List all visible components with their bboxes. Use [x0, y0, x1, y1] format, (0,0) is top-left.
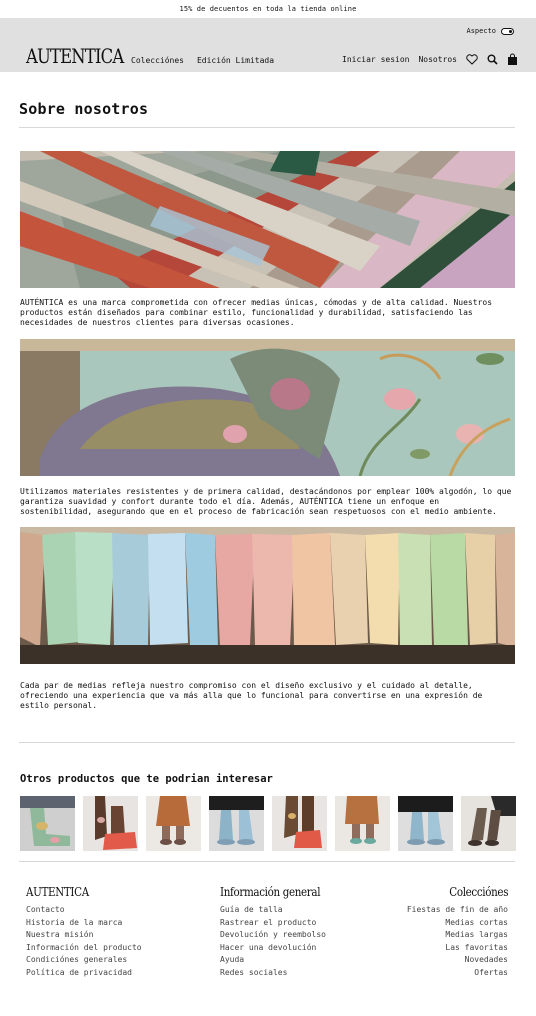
about-paragraph-2: Utilizamos materiales resistentes y de p…	[20, 487, 512, 517]
footer-col-colecciones-title: Colecciónes	[449, 885, 508, 899]
footer-link-fiestas[interactable]: Fiestas de fin de año	[407, 905, 508, 918]
floral-sock-image	[20, 339, 515, 476]
footer-link-mision[interactable]: Nuestra misión	[26, 930, 142, 943]
footer-link-devolucion-reembolso[interactable]: Devolución y reembolso	[220, 930, 336, 943]
product-thumb-6[interactable]	[335, 796, 390, 851]
hanging-patterns-image	[20, 527, 515, 664]
product-thumb-8[interactable]	[461, 796, 516, 851]
footer-link-hacer-devolucion[interactable]: Hacer una devolución	[220, 943, 336, 956]
heart-icon[interactable]	[466, 53, 478, 65]
announcement-text: 15% de decuentos en toda la tienda onlin…	[179, 5, 357, 13]
theme-toggle[interactable]	[501, 27, 514, 35]
section-divider	[19, 742, 515, 743]
footer-link-condiciones[interactable]: Condiciónes generales	[26, 955, 142, 968]
bag-icon[interactable]	[507, 53, 518, 65]
footer-link-contacto[interactable]: Contacto	[26, 905, 142, 918]
product-thumb-1[interactable]	[20, 796, 75, 851]
related-products-list	[20, 796, 516, 851]
footer-col-colecciones: Colecciónes Fiestas de fin de año Medias…	[407, 885, 509, 981]
footer-link-rastrear[interactable]: Rastrear el producto	[220, 918, 336, 931]
main-nav: Colecciónes Edición Limitada	[131, 56, 274, 65]
site-logo[interactable]: AUTENTICA	[26, 44, 124, 68]
footer-link-guia-talla[interactable]: Guía de talla	[220, 905, 336, 918]
aspect-label: Aspecto	[466, 27, 496, 35]
footer-divider	[19, 861, 515, 862]
nav-colecciones[interactable]: Colecciónes	[131, 56, 184, 65]
product-thumb-2[interactable]	[83, 796, 138, 851]
footer-col-info-general-title: Información general	[220, 885, 321, 899]
footer-link-historia[interactable]: Historia de la marca	[26, 918, 142, 931]
product-thumb-5[interactable]	[272, 796, 327, 851]
site-header: Aspecto AUTENTICA Colecciónes Edición Li…	[0, 18, 536, 72]
footer-link-redes[interactable]: Redes sociales	[220, 968, 336, 981]
nav-nosotros[interactable]: Nosotros	[418, 55, 457, 64]
page-title: Sobre nosotros	[19, 100, 149, 118]
product-thumb-7[interactable]	[398, 796, 453, 851]
footer-link-info-producto[interactable]: Información del producto	[26, 943, 142, 956]
announcement-bar: 15% de decuentos en toda la tienda onlin…	[0, 0, 536, 18]
footer-link-privacidad[interactable]: Política de privacidad	[26, 968, 142, 981]
account-nav: Iniciar sesion Nosotros	[342, 53, 518, 65]
footer-col-autentica: AUTENTICA Contacto Historia de la marca …	[26, 885, 142, 981]
footer-link-favoritas[interactable]: Las favoritas	[407, 943, 508, 956]
nav-iniciar-sesion[interactable]: Iniciar sesion	[342, 55, 409, 64]
footer-link-medias-cortas[interactable]: Medias cortas	[407, 918, 508, 931]
title-divider	[19, 127, 515, 128]
footer-link-medias-largas[interactable]: Medias largas	[407, 930, 508, 943]
product-thumb-4[interactable]	[209, 796, 264, 851]
search-icon[interactable]	[487, 54, 498, 65]
footer-link-ayuda[interactable]: Ayuda	[220, 955, 336, 968]
product-thumb-3[interactable]	[146, 796, 201, 851]
footer-link-novedades[interactable]: Novedades	[407, 955, 508, 968]
footer-col-info-general: Información general Guía de talla Rastre…	[220, 885, 336, 981]
related-products-title: Otros productos que te podrian interesar	[20, 773, 273, 785]
aspect-switch[interactable]: Aspecto	[466, 27, 514, 35]
woven-threads-image	[20, 151, 515, 288]
about-paragraph-3: Cada par de medias refleja nuestro compr…	[20, 681, 483, 711]
footer-link-ofertas[interactable]: Ofertas	[407, 968, 508, 981]
about-paragraph-1: AUTÉNTICA es una marca comprometida con …	[20, 298, 493, 328]
nav-edicion-limitada[interactable]: Edición Limitada	[197, 56, 274, 65]
footer-col-autentica-title: AUTENTICA	[26, 885, 89, 899]
